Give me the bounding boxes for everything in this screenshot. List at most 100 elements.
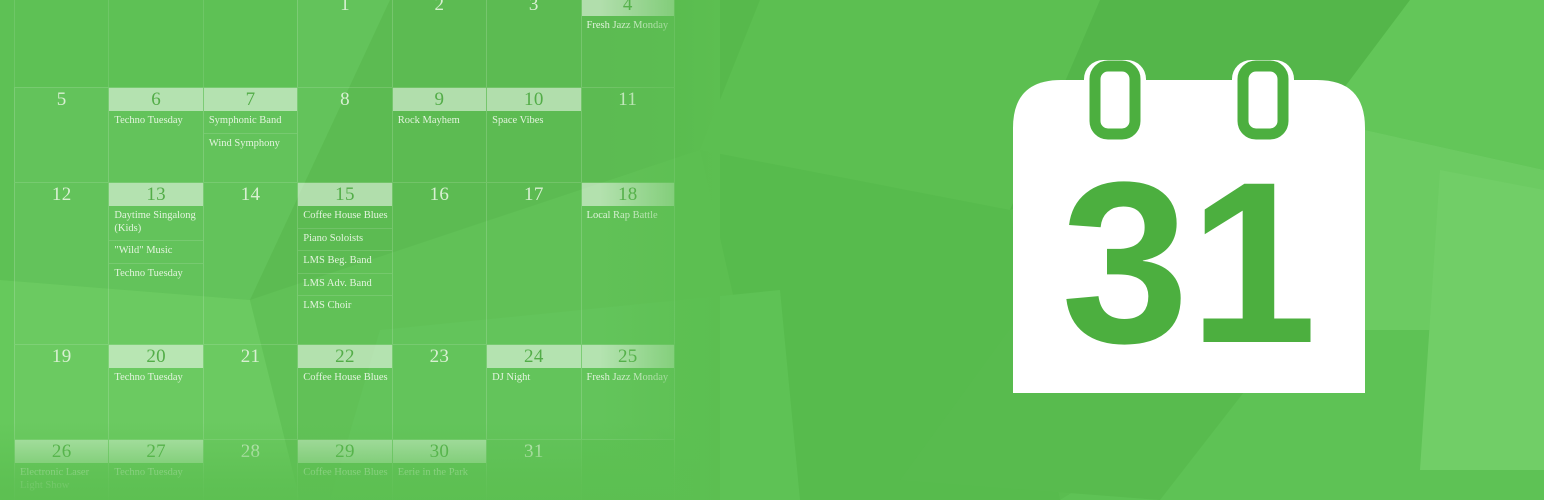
day-events: Techno Tuesday [109,111,202,133]
calendar-event[interactable]: LMS Choir [298,296,391,318]
day-events: Rock Mayhem [393,111,486,133]
day-number [15,0,108,16]
day-number: 12 [51,184,72,205]
day-number: 9 [392,88,487,111]
day-events: Techno Tuesday [109,463,202,485]
day-number: 11 [618,89,638,110]
calendar-week-row: 1 2 3 4 Fresh Jazz Monday [14,0,675,87]
day-number: 14 [240,184,261,205]
day-cell[interactable]: 5 [14,88,108,182]
calendar-31-icon: 31 [1013,60,1365,393]
day-cell[interactable]: 4 Fresh Jazz Monday [580,0,675,87]
calendar-event[interactable]: Eerie in the Park [393,463,486,485]
day-events: Coffee House Blues [298,368,391,390]
day-number: 15 [298,183,392,206]
day-cell[interactable]: 2 [391,0,486,87]
calendar-event[interactable]: Coffee House Blues [298,368,391,390]
day-cell[interactable]: 24 DJ Night [486,345,581,439]
day-events: Daytime Singalong (Kids) "Wild" Music Tech… [109,206,203,286]
day-cell[interactable]: 10 Space Vibes [486,88,581,182]
day-events: Coffee House Blues [298,463,391,485]
day-number: 18 [581,183,674,206]
day-events: Coffee House Blues Piano Soloists LMS Beg.… [298,206,392,318]
day-cell[interactable]: 29 Coffee House Blues [297,440,392,500]
day-number: 5 [56,89,67,110]
calendar-event[interactable]: Coffee House Blues [298,463,391,485]
day-cell[interactable] [14,0,108,87]
day-number: 2 [434,0,445,15]
day-cell[interactable]: 19 [14,345,108,439]
calendar-event[interactable]: Fresh Jazz Monday [582,16,674,38]
day-cell[interactable]: 26 Electronic Laser Light Show [14,440,109,500]
day-number: 4 [581,0,674,16]
day-number: 26 [15,440,109,463]
day-number [109,0,202,16]
day-number: 6 [109,88,203,111]
day-cell[interactable] [202,0,297,87]
calendar-event[interactable]: Techno Tuesday [109,368,202,390]
day-cell[interactable]: 18 Local Rap Battle [580,183,675,344]
calendar-event[interactable]: Techno Tuesday [109,264,202,286]
day-number: 10 [487,88,581,111]
day-cell[interactable]: 30 Eerie in the Park [391,440,487,500]
calendar-event[interactable]: Daytime Singalong (Kids) [109,206,203,241]
day-number: 24 [487,345,581,368]
calendar-event[interactable]: Coffee House Blues [298,206,392,229]
day-cell[interactable]: 15 Coffee House Blues Piano Soloists LMS B… [297,183,392,344]
calendar-week-row: 12 13 Daytime Singalong (Kids) "Wild" Mus… [14,182,675,344]
day-number: 25 [581,345,674,368]
day-cell[interactable]: 1 [297,0,391,87]
day-events: Fresh Jazz Monday [582,368,674,390]
day-cell[interactable]: 6 Techno Tuesday [108,88,203,182]
day-number: 20 [109,345,203,368]
calendar-event[interactable]: Local Rap Battle [582,206,674,228]
day-cell[interactable]: 27 Techno Tuesday [108,440,203,500]
calendar-event[interactable]: Electronic Laser Light Show [15,463,108,497]
calendar-event[interactable]: LMS Beg. Band [298,251,392,274]
calendar-event[interactable]: Techno Tuesday [109,111,202,133]
day-cell[interactable]: 14 [202,183,297,344]
day-cell[interactable]: 16 [391,183,486,344]
calendar-event[interactable]: Techno Tuesday [109,463,202,485]
calendar-event[interactable]: Symphonic Band [203,111,298,134]
day-events: Space Vibes [487,111,580,133]
day-cell[interactable]: 12 [14,183,108,344]
day-cell[interactable]: 21 [202,345,297,439]
calendar-week-row: 26 Electronic Laser Light Show 27 Techno… [14,439,675,500]
day-events: Symphonic Band Wind Symphony [203,111,298,156]
day-cell[interactable]: 22 Coffee House Blues [297,345,392,439]
day-number: 22 [298,345,392,368]
day-cell[interactable]: 23 [391,345,486,439]
day-cell[interactable]: 17 [486,183,580,344]
calendar-event[interactable]: Fresh Jazz Monday [582,368,674,390]
day-cell[interactable] [580,440,675,500]
day-number: 13 [109,183,203,206]
calendar-grid-panel: 1 2 3 4 Fresh Jazz Monday 5 6 Techno Tue… [0,0,720,500]
day-cell[interactable]: 25 Fresh Jazz Monday [580,345,675,439]
day-cell[interactable]: 9 Rock Mayhem [391,88,487,182]
day-number: 1 [340,0,350,15]
calendar-event[interactable]: LMS Adv. Band [298,274,392,296]
day-cell[interactable]: 13 Daytime Singalong (Kids) "Wild" Music T… [108,183,203,344]
day-cell[interactable]: 11 [580,88,675,182]
day-cell[interactable] [108,0,202,87]
calendar-event[interactable]: Rock Mayhem [393,111,486,133]
day-cell[interactable]: 28 [202,440,297,500]
calendar-week-row: 5 6 Techno Tuesday 7 Symphonic Band Wind … [14,87,675,182]
calendar-event[interactable]: "Wild" Music [109,241,203,264]
day-events: Local Rap Battle [582,206,674,228]
calendar-event[interactable]: Wind Symphony [204,134,297,156]
day-number [204,0,297,16]
calendar-event[interactable]: Piano Soloists [298,229,392,251]
calendar-event[interactable]: DJ Night [487,368,580,390]
calendar-event[interactable]: Space Vibes [487,111,580,133]
day-cell[interactable]: 7 Symphonic Band Wind Symphony [202,88,298,182]
day-cell[interactable]: 3 [486,0,580,87]
day-number: 29 [298,440,392,463]
day-cell[interactable]: 31 [486,440,580,500]
day-number: 3 [528,0,539,15]
day-cell[interactable]: 8 [297,88,391,182]
day-cell[interactable]: 20 Techno Tuesday [108,345,203,439]
day-events: Fresh Jazz Monday [582,16,674,38]
day-number: 16 [429,184,450,205]
